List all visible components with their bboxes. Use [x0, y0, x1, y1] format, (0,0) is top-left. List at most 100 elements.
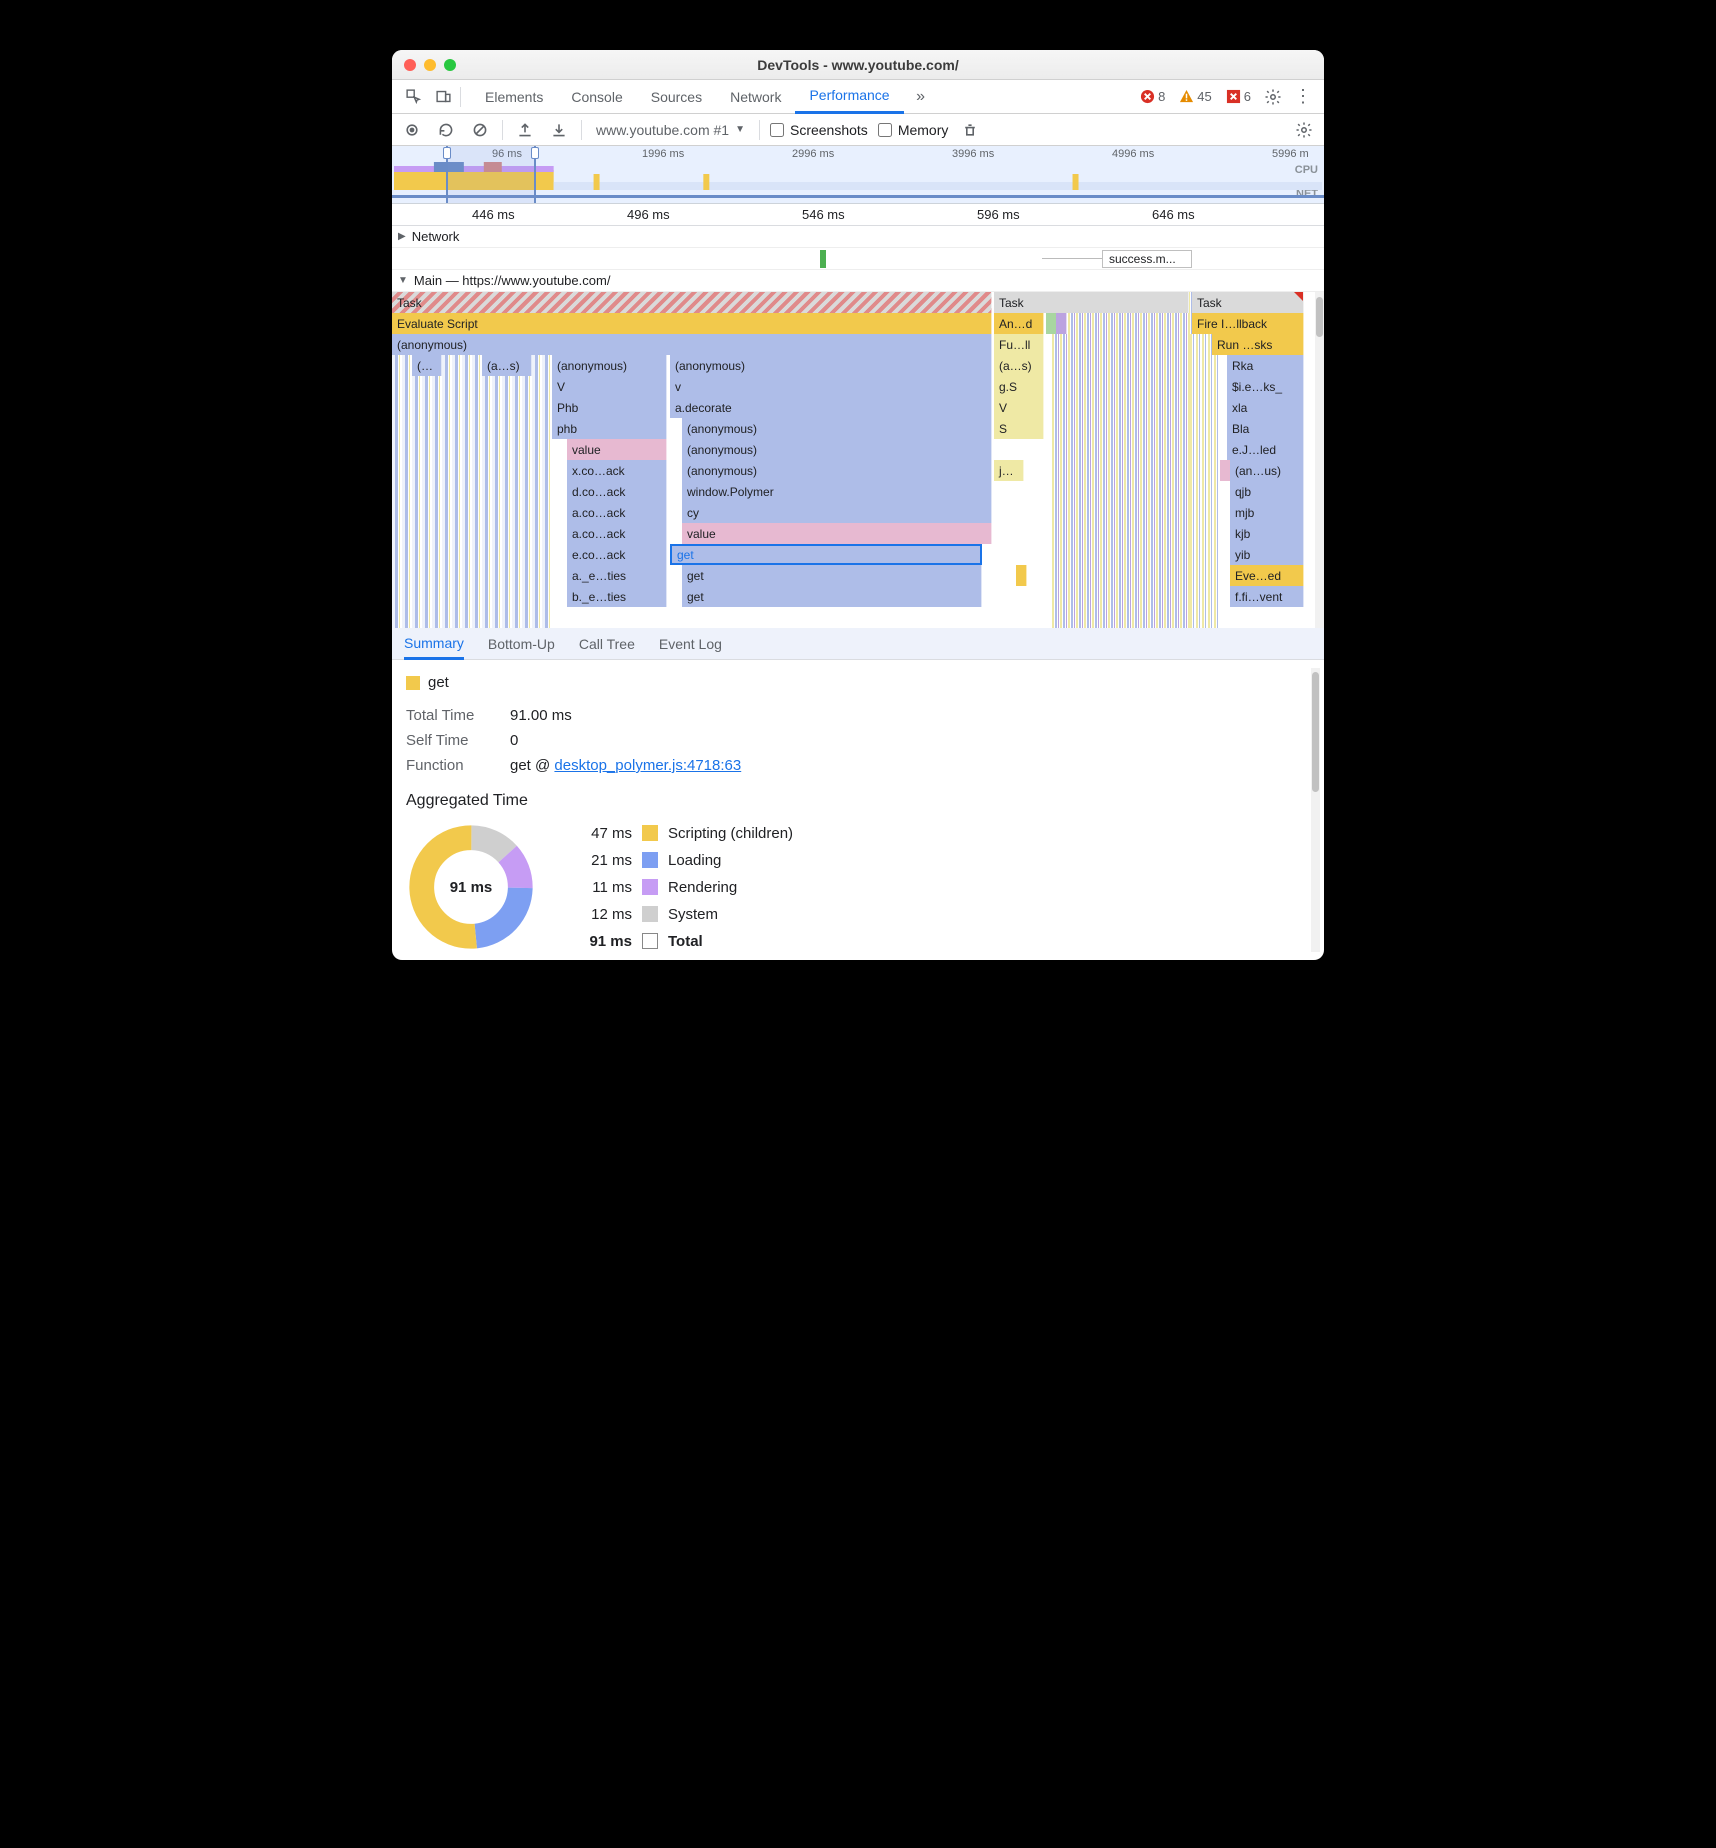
- overview-selection[interactable]: [446, 146, 536, 203]
- download-profile-icon[interactable]: [547, 118, 571, 142]
- flame-bar[interactable]: a._e…ties: [567, 565, 667, 586]
- errors-badge[interactable]: 8: [1135, 89, 1170, 104]
- devtools-window: DevTools - www.youtube.com/ Elements Con…: [392, 50, 1324, 960]
- flame-bar[interactable]: Task: [994, 292, 1189, 313]
- flame-bar[interactable]: kjb: [1230, 523, 1304, 544]
- flame-bar[interactable]: (anonymous): [670, 355, 992, 376]
- flame-bar[interactable]: get: [682, 565, 982, 586]
- flame-bar[interactable]: a.decorate: [670, 397, 992, 418]
- flame-bar[interactable]: (a…s): [994, 355, 1044, 376]
- target-selector[interactable]: www.youtube.com #1 ▼: [592, 122, 749, 138]
- flame-bar[interactable]: [1056, 313, 1067, 334]
- settings-icon[interactable]: [1260, 84, 1286, 110]
- flame-bar[interactable]: V: [552, 376, 667, 397]
- flame-chart[interactable]: Task Task Task Evaluate Script An…d Fire…: [392, 292, 1324, 628]
- flame-bar[interactable]: cy: [682, 502, 992, 523]
- network-lane-header[interactable]: ▶ Network: [392, 226, 1324, 248]
- summary-scrollbar[interactable]: [1311, 668, 1320, 952]
- flame-bar[interactable]: Run …sks: [1212, 334, 1304, 355]
- clear-button-icon[interactable]: [468, 118, 492, 142]
- warnings-badge[interactable]: 45: [1174, 89, 1216, 104]
- self-time-value: 0: [510, 732, 518, 749]
- tab-performance[interactable]: Performance: [795, 80, 903, 114]
- flame-bar[interactable]: b._e…ties: [567, 586, 667, 607]
- blocked-badge[interactable]: 6: [1221, 89, 1256, 104]
- flame-bar[interactable]: qjb: [1230, 481, 1304, 502]
- network-request-bar[interactable]: success.m...: [1102, 250, 1192, 268]
- divider: [460, 87, 461, 107]
- flame-bar[interactable]: g.S: [994, 376, 1044, 397]
- flame-bar[interactable]: v: [670, 376, 992, 397]
- flame-bar[interactable]: Task: [1192, 292, 1304, 313]
- network-lane[interactable]: success.m...: [392, 248, 1324, 270]
- flame-bar[interactable]: j…: [994, 460, 1024, 481]
- flame-bar[interactable]: Fire I…llback: [1192, 313, 1304, 334]
- tab-summary[interactable]: Summary: [404, 628, 464, 660]
- flame-bar[interactable]: $i.e…ks_: [1227, 376, 1304, 397]
- flame-bar[interactable]: V: [994, 397, 1044, 418]
- flame-bar[interactable]: Evaluate Script: [392, 313, 992, 334]
- flame-bar[interactable]: (anonymous): [682, 460, 992, 481]
- tab-call-tree[interactable]: Call Tree: [579, 628, 635, 660]
- flame-bar[interactable]: xla: [1227, 397, 1304, 418]
- flame-bar[interactable]: x.co…ack: [567, 460, 667, 481]
- flame-bar-selected[interactable]: get: [670, 544, 982, 565]
- flame-bar[interactable]: (anonymous): [682, 418, 992, 439]
- flame-bar[interactable]: a.co…ack: [567, 523, 667, 544]
- collect-garbage-icon[interactable]: [958, 118, 982, 142]
- flame-bar[interactable]: Task: [392, 292, 992, 313]
- flame-bar[interactable]: e.co…ack: [567, 544, 667, 565]
- flame-bar[interactable]: [1016, 565, 1027, 586]
- tab-elements[interactable]: Elements: [471, 80, 557, 114]
- flame-bar[interactable]: a.co…ack: [567, 502, 667, 523]
- more-tabs-icon[interactable]: »: [908, 84, 934, 110]
- reload-button-icon[interactable]: [434, 118, 458, 142]
- flame-bar[interactable]: (a…s): [482, 355, 532, 376]
- flame-bar[interactable]: (…: [412, 355, 442, 376]
- function-source-link[interactable]: desktop_polymer.js:4718:63: [554, 757, 741, 774]
- tab-bottom-up[interactable]: Bottom-Up: [488, 628, 555, 660]
- tab-console[interactable]: Console: [557, 80, 636, 114]
- screenshots-checkbox[interactable]: Screenshots: [770, 122, 868, 138]
- tab-event-log[interactable]: Event Log: [659, 628, 722, 660]
- network-request-bar[interactable]: [820, 250, 826, 268]
- flame-bar[interactable]: e.J…led: [1227, 439, 1304, 460]
- selected-function-row: get: [406, 674, 1310, 691]
- time-ruler[interactable]: 446 ms 496 ms 546 ms 596 ms 646 ms: [392, 204, 1324, 226]
- flame-bar[interactable]: f.fi…vent: [1230, 586, 1304, 607]
- flame-bar[interactable]: An…d: [994, 313, 1044, 334]
- flame-bar[interactable]: Eve…ed: [1230, 565, 1304, 586]
- flame-bar[interactable]: d.co…ack: [567, 481, 667, 502]
- kebab-menu-icon[interactable]: ⋮: [1290, 84, 1316, 110]
- flame-bar[interactable]: yib: [1230, 544, 1304, 565]
- window-title: DevTools - www.youtube.com/: [392, 57, 1324, 73]
- flame-bar[interactable]: (anonymous): [682, 439, 992, 460]
- flame-bar[interactable]: Phb: [552, 397, 667, 418]
- record-button-icon[interactable]: [400, 118, 424, 142]
- memory-checkbox[interactable]: Memory: [878, 122, 949, 138]
- flame-bar[interactable]: Bla: [1227, 418, 1304, 439]
- divider: [759, 120, 760, 140]
- flame-bar[interactable]: S: [994, 418, 1044, 439]
- flame-bar[interactable]: Fu…ll: [994, 334, 1044, 355]
- flame-bar[interactable]: mjb: [1230, 502, 1304, 523]
- device-toolbar-icon[interactable]: [430, 84, 456, 110]
- upload-profile-icon[interactable]: [513, 118, 537, 142]
- flame-bar[interactable]: value: [567, 439, 667, 460]
- tab-sources[interactable]: Sources: [637, 80, 716, 114]
- flame-bar[interactable]: (an…us): [1230, 460, 1304, 481]
- inspect-element-icon[interactable]: [400, 84, 426, 110]
- flame-bar[interactable]: phb: [552, 418, 667, 439]
- capture-settings-icon[interactable]: [1292, 118, 1316, 142]
- main-lane-header[interactable]: ▼ Main — https://www.youtube.com/: [392, 270, 1324, 292]
- timeline-overview[interactable]: 96 ms 1996 ms 2996 ms 3996 ms 4996 ms 59…: [392, 146, 1324, 204]
- flame-bar[interactable]: (anonymous): [392, 334, 992, 355]
- flame-scrollbar[interactable]: [1315, 292, 1324, 628]
- flame-bar[interactable]: Rka: [1227, 355, 1304, 376]
- flame-bar[interactable]: (anonymous): [552, 355, 667, 376]
- network-request-bar[interactable]: [1042, 258, 1102, 259]
- flame-bar[interactable]: window.Polymer: [682, 481, 992, 502]
- flame-bar[interactable]: get: [682, 586, 982, 607]
- flame-bar[interactable]: value: [682, 523, 992, 544]
- tab-network[interactable]: Network: [716, 80, 795, 114]
